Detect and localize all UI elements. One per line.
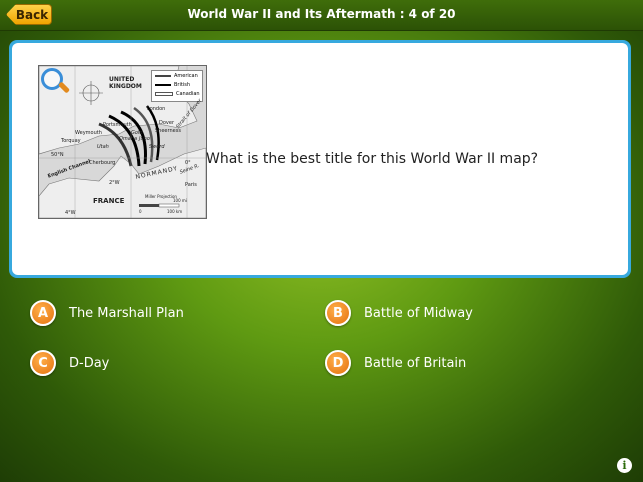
legend-row-british: British xyxy=(152,80,202,89)
map-label-sheerness: Sheerness xyxy=(155,128,181,134)
map-label-france: FRANCE xyxy=(93,197,125,205)
map-label-utah: Utah xyxy=(97,144,109,150)
map-label-weymouth: Weymouth xyxy=(75,130,102,136)
answer-letter-badge: A xyxy=(30,300,56,326)
legend-row-canadian: Canadian xyxy=(152,89,202,98)
answer-letter-badge: D xyxy=(325,350,351,376)
answer-letter-badge: C xyxy=(30,350,56,376)
map-label-london: London xyxy=(147,106,166,112)
answer-option-b[interactable]: B Battle of Midway xyxy=(325,300,473,326)
page-title: World War II and Its Aftermath : 4 of 20 xyxy=(187,7,456,21)
answer-option-d[interactable]: D Battle of Britain xyxy=(325,350,466,376)
answer-text: Battle of Midway xyxy=(364,305,473,321)
top-bar: Back World War II and Its Aftermath : 4 … xyxy=(0,0,643,31)
question-text: What is the best title for this World Wa… xyxy=(206,151,539,167)
map-label-sword: Sword xyxy=(149,144,165,150)
map-image[interactable]: American British Canadian UNITED KINGDOM… xyxy=(38,65,207,219)
info-icon[interactable]: i xyxy=(617,458,632,473)
answer-option-c[interactable]: C D-Day xyxy=(30,350,109,376)
legend-row-american: American xyxy=(152,71,202,80)
answer-letter-badge: B xyxy=(325,300,351,326)
map-label-lat50: 50°N xyxy=(51,152,64,158)
map-label-lon2: 2°W xyxy=(109,180,120,186)
map-label-lon4: 4°W xyxy=(65,210,76,216)
map-label-juno: Juno xyxy=(139,136,150,142)
question-card-body: American British Canadian UNITED KINGDOM… xyxy=(12,43,628,275)
map-label-portsmouth: Portsmouth xyxy=(103,122,132,128)
map-label-lon0: 0° xyxy=(185,160,191,166)
question-card: American British Canadian UNITED KINGDOM… xyxy=(9,40,631,278)
map-label-torquay: Torquay xyxy=(61,138,81,144)
map-label-uk: UNITED KINGDOM xyxy=(109,76,142,90)
answer-text: The Marshall Plan xyxy=(69,305,184,321)
map-label-scale-mi: 100 mi xyxy=(173,198,187,203)
map-label-cherbourg: Cherbourg xyxy=(89,160,116,166)
map-label-scale-km: 100 km xyxy=(167,209,183,214)
answer-text: D-Day xyxy=(69,355,110,371)
map-legend: American British Canadian xyxy=(151,70,203,102)
map-label-scale-zero: 0 xyxy=(139,209,142,214)
map-label-dover: Dover xyxy=(159,120,174,126)
answer-text: Battle of Britain xyxy=(364,355,467,371)
map-label-omaha: Omaha xyxy=(119,136,138,142)
answer-option-a[interactable]: A The Marshall Plan xyxy=(30,300,184,326)
map-label-paris: Paris xyxy=(185,182,197,188)
